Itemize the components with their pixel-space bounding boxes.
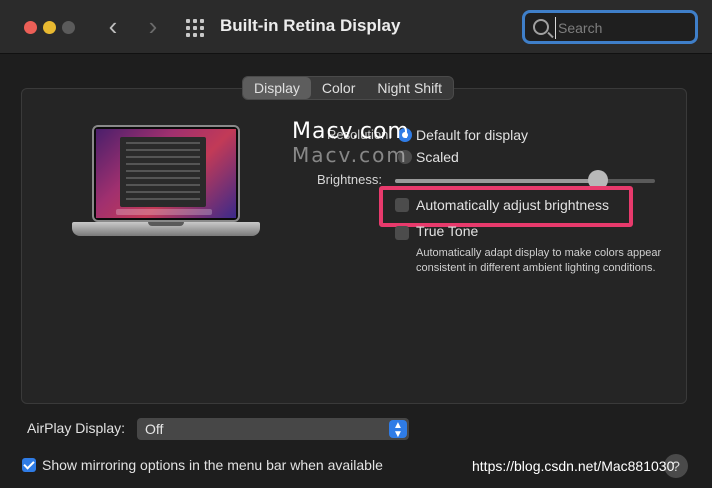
back-button[interactable]: ‹ xyxy=(100,12,126,42)
airplay-display-select[interactable]: Off ▲ ▼ xyxy=(137,418,409,440)
airplay-display-value: Off xyxy=(145,421,164,437)
macbook-screen-illustration xyxy=(92,125,240,222)
source-url-watermark: https://blog.csdn.net/Mac881030 xyxy=(472,458,675,474)
window-thumbnail xyxy=(120,137,206,207)
true-tone-checkbox[interactable] xyxy=(395,226,409,240)
search-icon xyxy=(533,19,549,35)
true-tone-label[interactable]: True Tone xyxy=(416,223,478,239)
tab-bar: Display Color Night Shift xyxy=(242,76,454,100)
true-tone-description: Automatically adapt display to make colo… xyxy=(416,247,662,274)
brightness-slider-fill xyxy=(395,179,598,183)
window-title: Built-in Retina Display xyxy=(220,16,401,35)
show-mirroring-checkbox[interactable] xyxy=(22,458,36,472)
close-window-button[interactable] xyxy=(24,21,37,34)
title-bar: ‹ › Built-in Retina Display xyxy=(0,0,712,54)
brightness-label: Brightness: xyxy=(316,172,382,187)
option-default-for-display[interactable]: Default for display xyxy=(416,127,528,143)
show-mirroring-label[interactable]: Show mirroring options in the menu bar w… xyxy=(42,457,383,473)
highlight-annotation-box xyxy=(379,186,633,227)
zoom-window-button[interactable] xyxy=(62,21,75,34)
forward-button[interactable]: › xyxy=(140,12,166,42)
minimize-window-button[interactable] xyxy=(43,21,56,34)
search-input[interactable] xyxy=(555,17,691,39)
brightness-slider-track[interactable] xyxy=(395,179,655,183)
watermark-text: Macv.com xyxy=(292,119,410,144)
airplay-display-label: AirPlay Display: xyxy=(27,420,126,436)
tab-display[interactable]: Display xyxy=(243,77,311,99)
select-arrows-icon: ▲ ▼ xyxy=(389,420,407,440)
show-all-grid-icon[interactable] xyxy=(186,19,206,37)
search-field[interactable] xyxy=(522,10,698,44)
dock-thumbnail xyxy=(116,209,212,215)
watermark-text-faded: Macv.com xyxy=(292,143,408,167)
tab-color[interactable]: Color xyxy=(311,77,366,99)
macbook-notch xyxy=(148,222,184,226)
option-scaled[interactable]: Scaled xyxy=(416,149,459,165)
tab-night-shift[interactable]: Night Shift xyxy=(366,77,453,99)
